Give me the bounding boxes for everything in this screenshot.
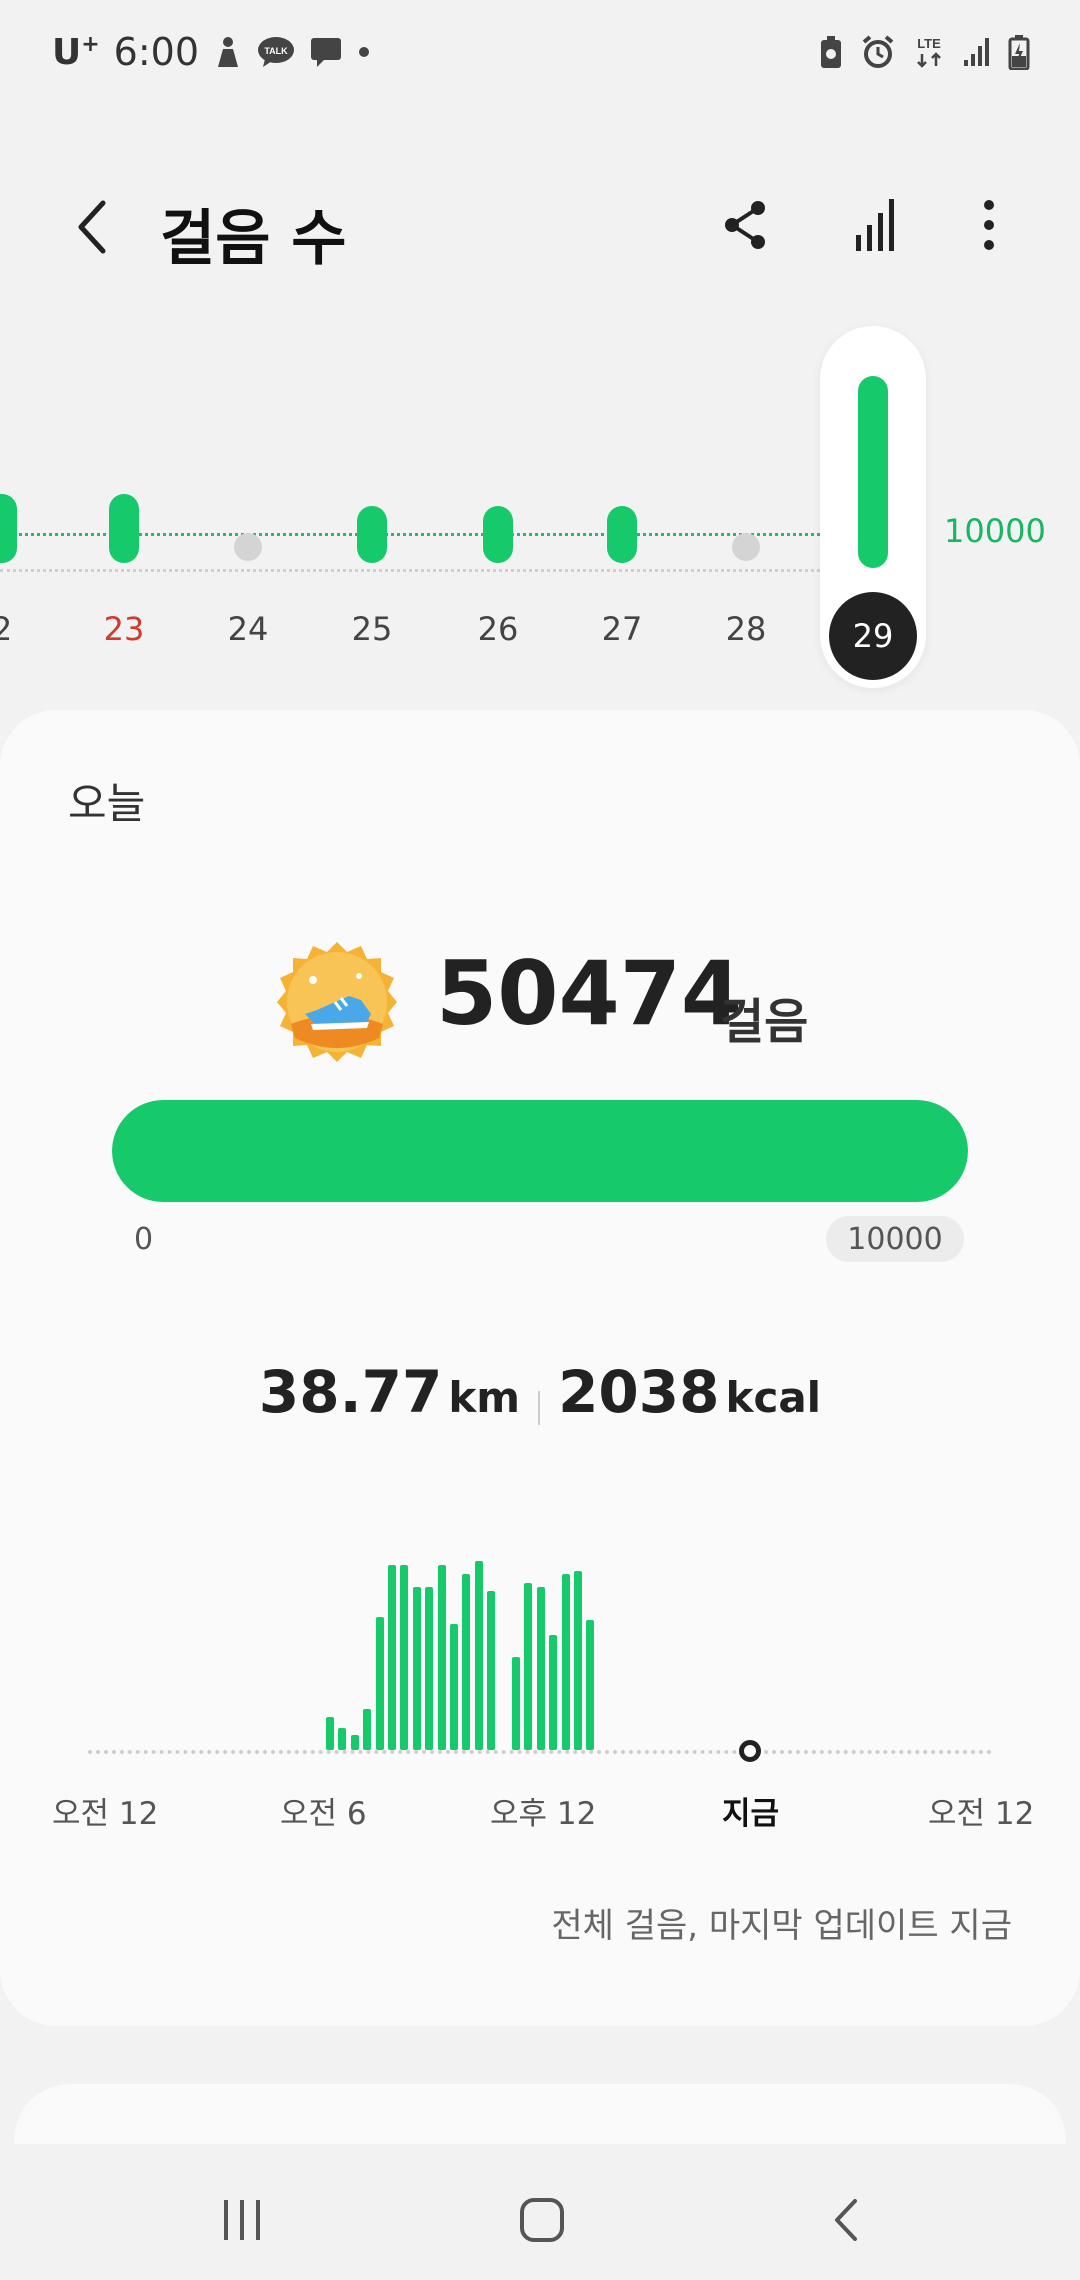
today-card[interactable]: 오늘 50474 걸음 0 10000 38.77 km 2038 kcal 오전 1… <box>0 710 1080 2026</box>
recent-apps-button[interactable] <box>202 2180 282 2260</box>
next-card[interactable] <box>14 2084 1066 2144</box>
message-icon <box>309 36 343 68</box>
carrier-label: U+ <box>52 31 100 73</box>
day-label-2[interactable]: 2 <box>0 610 42 648</box>
status-bar: U+ 6:00 TALK LTE <box>0 0 1080 110</box>
shoe-badge-icon <box>275 940 399 1064</box>
more-options-button[interactable] <box>954 190 1024 260</box>
calories-value: 2038 <box>558 1358 720 1426</box>
day-bar-27[interactable] <box>607 506 637 563</box>
day-label-28[interactable]: 28 <box>706 610 786 648</box>
day-label-23[interactable]: 23 <box>84 610 164 648</box>
app-bar: 걸음 수 <box>0 170 1080 280</box>
day-dot-28[interactable] <box>732 533 760 561</box>
hourly-bar <box>400 1565 408 1750</box>
selected-day-label: 29 <box>829 592 917 680</box>
hourly-bar <box>574 1571 582 1750</box>
day-label-27[interactable]: 27 <box>582 610 662 648</box>
day-dot-24[interactable] <box>234 533 262 561</box>
time-label-midnight-end: 오전 12 <box>928 1796 1035 1832</box>
svg-text:TALK: TALK <box>264 46 288 56</box>
hourly-bar <box>487 1591 495 1750</box>
home-button[interactable] <box>502 2180 582 2260</box>
selected-day-bar <box>858 376 888 568</box>
nav-back-icon <box>835 2199 857 2241</box>
clock: 6:00 <box>113 30 200 74</box>
battery-saver-icon <box>818 34 844 70</box>
nav-back-button[interactable] <box>806 2180 886 2260</box>
distance-unit: km <box>448 1373 521 1422</box>
recent-apps-icon <box>224 2200 260 2240</box>
goal-label: 10000 <box>944 512 1046 550</box>
hourly-baseline <box>88 1750 992 1754</box>
share-button[interactable] <box>710 190 780 260</box>
battery-charging-icon <box>1008 34 1030 70</box>
day-label-24[interactable]: 24 <box>208 610 288 648</box>
signal-icon <box>962 36 992 68</box>
share-icon <box>725 201 765 249</box>
hourly-bar <box>376 1617 384 1750</box>
alarm-icon <box>860 34 896 70</box>
selected-day[interactable]: 29 <box>820 326 926 688</box>
goal-progress-fill <box>112 1100 968 1202</box>
day-bar-2[interactable] <box>0 494 17 563</box>
more-vertical-icon <box>984 200 994 250</box>
hourly-bar <box>351 1735 359 1750</box>
back-button[interactable] <box>62 192 122 262</box>
hourly-bar <box>425 1587 433 1750</box>
page-title: 걸음 수 <box>160 204 347 274</box>
hourly-bar <box>413 1587 421 1750</box>
bar-chart-icon <box>856 199 894 251</box>
time-label-6am: 오전 6 <box>280 1796 367 1832</box>
distance-value: 38.77 <box>258 1358 443 1426</box>
hourly-bar <box>512 1657 520 1750</box>
update-note: 전체 걸음, 마지막 업데이트 지금 <box>551 1906 1012 1946</box>
hourly-bar <box>524 1583 532 1750</box>
day-bar-23[interactable] <box>109 494 139 563</box>
chevron-left-icon <box>78 200 106 254</box>
hourly-bar <box>326 1717 334 1750</box>
more-notifications-dot-icon <box>357 45 371 59</box>
home-icon <box>520 2198 564 2242</box>
hourly-bar <box>562 1574 570 1750</box>
time-label-noon: 오후 12 <box>490 1796 597 1832</box>
hourly-bar <box>586 1620 594 1750</box>
progress-goal-label[interactable]: 10000 <box>826 1216 964 1262</box>
time-label-now: 지금 <box>722 1796 780 1832</box>
baseline <box>0 569 820 572</box>
distance-calories: 38.77 km 2038 kcal <box>0 1358 1080 1426</box>
day-bar-25[interactable] <box>357 506 387 563</box>
today-label: 오늘 <box>68 779 146 828</box>
hourly-bar <box>537 1587 545 1750</box>
progress-min-label: 0 <box>134 1222 154 1257</box>
hourly-bar <box>549 1635 557 1750</box>
hourly-steps-chart <box>0 1550 1080 1770</box>
navigation-bar <box>0 2144 1080 2280</box>
hourly-bar <box>388 1565 396 1750</box>
lte-icon: LTE <box>912 34 946 70</box>
day-label-25[interactable]: 25 <box>332 610 412 648</box>
week-strip: 10000 29 2 23 24 25 26 27 28 <box>0 320 1080 700</box>
goal-progress-bar <box>112 1100 968 1202</box>
stat-divider <box>538 1390 541 1425</box>
hourly-bar <box>475 1561 483 1750</box>
hourly-bar <box>462 1574 470 1750</box>
calories-unit: kcal <box>725 1373 822 1422</box>
hourly-bar <box>363 1709 371 1750</box>
hourly-bar <box>438 1565 446 1750</box>
step-count: 50474 <box>436 942 743 1045</box>
day-label-26[interactable]: 26 <box>458 610 538 648</box>
now-marker <box>739 1740 761 1762</box>
trends-button[interactable] <box>842 190 912 260</box>
hourly-bar <box>450 1624 458 1750</box>
hourly-bar <box>338 1728 346 1750</box>
figure-icon <box>213 35 243 69</box>
svg-text:LTE: LTE <box>917 36 941 51</box>
talk-icon: TALK <box>257 35 295 69</box>
time-label-midnight-start: 오전 12 <box>52 1796 159 1832</box>
day-bar-26[interactable] <box>483 506 513 563</box>
step-unit: 걸음 <box>720 994 809 1050</box>
